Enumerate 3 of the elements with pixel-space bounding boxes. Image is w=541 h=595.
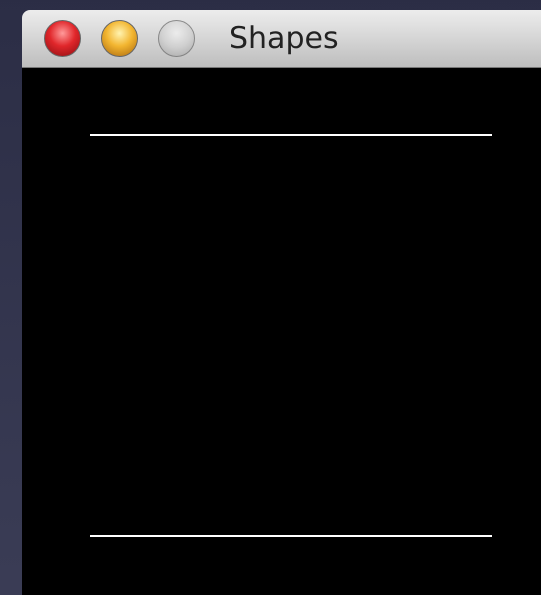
window-title: Shapes bbox=[229, 24, 339, 54]
minimize-button[interactable] bbox=[101, 20, 138, 57]
close-button[interactable] bbox=[44, 20, 81, 57]
